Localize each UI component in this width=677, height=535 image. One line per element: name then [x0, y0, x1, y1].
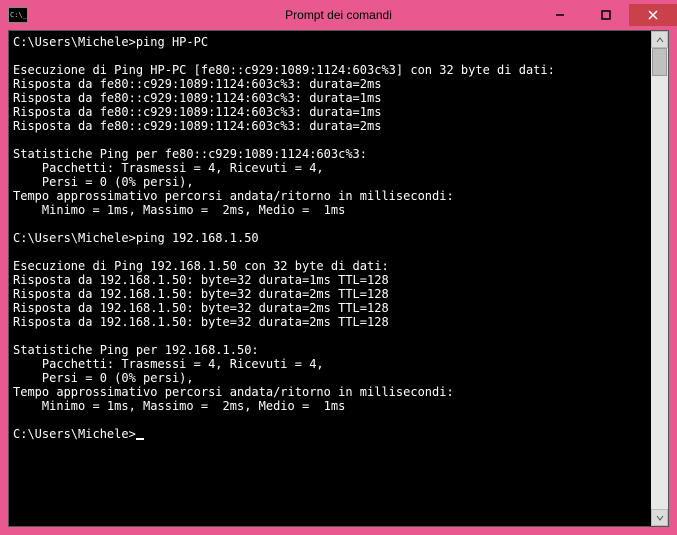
- app-icon: [8, 7, 28, 23]
- output-line: Statistiche Ping per 192.168.1.50:: [13, 343, 259, 357]
- output-line: Risposta da fe80::c929:1089:1124:603c%3:…: [13, 77, 381, 91]
- output-line: Risposta da 192.168.1.50: byte=32 durata…: [13, 287, 389, 301]
- close-icon: [648, 10, 658, 20]
- output-line: Minimo = 1ms, Massimo = 2ms, Medio = 1ms: [13, 399, 345, 413]
- output-line: Pacchetti: Trasmessi = 4, Ricevuti = 4,: [13, 161, 324, 175]
- window-title: Prompt dei comandi: [285, 8, 392, 22]
- output-line: Risposta da 192.168.1.50: byte=32 durata…: [13, 273, 389, 287]
- content-area: C:\Users\Michele>ping HP-PC Esecuzione d…: [8, 30, 669, 527]
- prompt-path: C:\Users\Michele>: [13, 427, 136, 441]
- output-line: Minimo = 1ms, Massimo = 2ms, Medio = 1ms: [13, 203, 345, 217]
- output-line: Tempo approssimativo percorsi andata/rit…: [13, 385, 454, 399]
- scroll-down-button[interactable]: [651, 509, 668, 526]
- prompt-command: ping 192.168.1.50: [136, 231, 259, 245]
- maximize-icon: [601, 10, 611, 20]
- scroll-track[interactable]: [651, 48, 668, 509]
- window-controls: [537, 4, 677, 26]
- maximize-button[interactable]: [583, 4, 629, 26]
- command-prompt-window: Prompt dei comandi C:\Users\Michele>ping…: [0, 0, 677, 535]
- titlebar[interactable]: Prompt dei comandi: [0, 0, 677, 30]
- minimize-icon: [555, 10, 565, 20]
- output-line: Risposta da 192.168.1.50: byte=32 durata…: [13, 315, 389, 329]
- output-line: Tempo approssimativo percorsi andata/rit…: [13, 189, 454, 203]
- output-line: Persi = 0 (0% persi),: [13, 371, 194, 385]
- cursor-icon: [136, 438, 144, 440]
- output-line: Persi = 0 (0% persi),: [13, 175, 194, 189]
- prompt-path: C:\Users\Michele>: [13, 35, 136, 49]
- chevron-up-icon: [656, 37, 664, 43]
- prompt-path: C:\Users\Michele>: [13, 231, 136, 245]
- prompt-command: ping HP-PC: [136, 35, 208, 49]
- vertical-scrollbar[interactable]: [651, 31, 668, 526]
- output-line: Risposta da 192.168.1.50: byte=32 durata…: [13, 301, 389, 315]
- scroll-up-button[interactable]: [651, 31, 668, 48]
- output-line: Statistiche Ping per fe80::c929:1089:112…: [13, 147, 367, 161]
- output-line: Esecuzione di Ping HP-PC [fe80::c929:108…: [13, 63, 555, 77]
- output-line: Risposta da fe80::c929:1089:1124:603c%3:…: [13, 105, 381, 119]
- chevron-down-icon: [656, 515, 664, 521]
- output-line: Risposta da fe80::c929:1089:1124:603c%3:…: [13, 119, 381, 133]
- output-line: Pacchetti: Trasmessi = 4, Ricevuti = 4,: [13, 357, 324, 371]
- prompt-line: C:\Users\Michele>: [13, 427, 144, 441]
- prompt-line: C:\Users\Michele>ping HP-PC: [13, 35, 208, 49]
- prompt-line: C:\Users\Michele>ping 192.168.1.50: [13, 231, 259, 245]
- output-line: Risposta da fe80::c929:1089:1124:603c%3:…: [13, 91, 381, 105]
- terminal-output[interactable]: C:\Users\Michele>ping HP-PC Esecuzione d…: [9, 31, 651, 526]
- close-button[interactable]: [629, 4, 677, 26]
- output-line: Esecuzione di Ping 192.168.1.50 con 32 b…: [13, 259, 389, 273]
- scroll-thumb[interactable]: [652, 48, 667, 76]
- minimize-button[interactable]: [537, 4, 583, 26]
